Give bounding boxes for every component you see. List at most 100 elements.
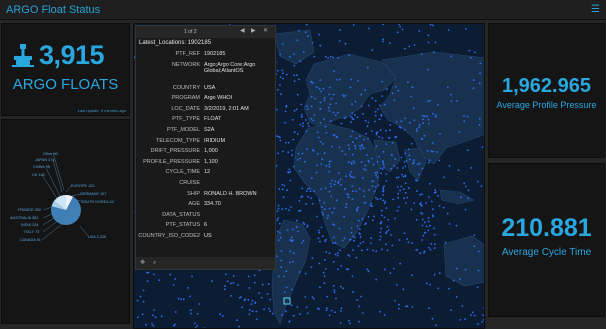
float-marker[interactable] — [319, 240, 321, 243]
float-marker[interactable] — [309, 190, 312, 193]
float-marker[interactable] — [284, 141, 287, 144]
float-marker[interactable] — [296, 74, 298, 76]
float-marker[interactable] — [187, 287, 189, 289]
float-marker[interactable] — [428, 122, 430, 125]
float-marker[interactable] — [431, 317, 434, 320]
float-marker[interactable] — [142, 300, 145, 303]
float-marker[interactable] — [291, 228, 294, 231]
float-marker[interactable] — [310, 177, 313, 180]
float-marker[interactable] — [312, 119, 315, 122]
float-marker[interactable] — [225, 273, 227, 276]
popup-close-icon[interactable]: ✕ — [263, 27, 268, 34]
float-marker[interactable] — [280, 93, 282, 96]
float-marker[interactable] — [371, 205, 374, 208]
float-marker[interactable] — [464, 208, 467, 211]
float-marker[interactable] — [390, 234, 392, 236]
float-marker[interactable] — [472, 79, 475, 81]
float-marker[interactable] — [326, 217, 329, 220]
float-marker[interactable] — [394, 158, 397, 161]
float-marker[interactable] — [387, 229, 390, 232]
float-marker[interactable] — [307, 108, 309, 111]
float-marker[interactable] — [306, 188, 309, 190]
float-marker[interactable] — [470, 167, 473, 169]
float-marker[interactable] — [299, 313, 302, 316]
float-marker[interactable] — [278, 188, 281, 191]
float-marker[interactable] — [281, 72, 284, 75]
float-marker[interactable] — [348, 148, 351, 150]
float-marker[interactable] — [160, 315, 163, 318]
float-marker[interactable] — [277, 217, 280, 220]
float-marker[interactable] — [297, 230, 299, 233]
float-marker[interactable] — [325, 251, 328, 254]
float-marker[interactable] — [300, 242, 303, 244]
float-marker[interactable] — [385, 232, 387, 235]
float-marker[interactable] — [341, 94, 344, 96]
float-marker[interactable] — [358, 305, 361, 308]
float-marker[interactable] — [136, 299, 139, 302]
float-marker[interactable] — [403, 128, 406, 131]
float-marker[interactable] — [399, 262, 401, 265]
float-marker[interactable] — [284, 110, 287, 113]
float-marker[interactable] — [371, 130, 373, 132]
float-marker[interactable] — [361, 312, 364, 314]
float-marker[interactable] — [419, 252, 421, 255]
float-marker[interactable] — [352, 24, 355, 26]
float-marker[interactable] — [408, 45, 411, 48]
float-marker[interactable] — [411, 274, 414, 277]
float-marker[interactable] — [393, 99, 396, 102]
float-marker[interactable] — [285, 73, 288, 76]
float-marker[interactable] — [345, 175, 347, 178]
float-marker[interactable] — [374, 110, 377, 113]
float-marker[interactable] — [174, 311, 177, 313]
float-marker[interactable] — [361, 249, 363, 252]
float-marker[interactable] — [459, 319, 462, 321]
float-marker[interactable] — [359, 242, 362, 245]
float-marker[interactable] — [302, 125, 304, 128]
float-marker[interactable] — [433, 227, 435, 230]
float-marker[interactable] — [271, 312, 274, 315]
float-marker[interactable] — [333, 291, 336, 294]
float-marker[interactable] — [421, 167, 424, 170]
float-marker[interactable] — [368, 189, 371, 191]
float-marker[interactable] — [472, 87, 475, 89]
float-marker[interactable] — [305, 190, 308, 193]
float-marker[interactable] — [407, 241, 410, 244]
float-marker[interactable] — [348, 322, 351, 325]
float-marker[interactable] — [296, 39, 299, 42]
float-marker[interactable] — [332, 223, 334, 226]
float-marker[interactable] — [275, 255, 278, 258]
float-marker[interactable] — [367, 66, 369, 69]
float-marker[interactable] — [438, 205, 441, 207]
float-marker[interactable] — [177, 297, 180, 300]
float-marker[interactable] — [290, 206, 292, 208]
float-marker[interactable] — [376, 171, 378, 174]
float-marker[interactable] — [275, 135, 278, 137]
float-marker[interactable] — [307, 125, 310, 127]
float-marker[interactable] — [384, 268, 386, 271]
float-marker[interactable] — [328, 163, 331, 166]
float-marker[interactable] — [481, 321, 484, 323]
float-marker[interactable] — [352, 190, 354, 193]
float-marker[interactable] — [250, 303, 253, 305]
float-marker[interactable] — [415, 190, 418, 193]
float-marker[interactable] — [379, 231, 382, 234]
float-marker[interactable] — [337, 180, 340, 183]
float-marker[interactable] — [473, 51, 476, 54]
float-marker[interactable] — [310, 266, 313, 268]
float-marker[interactable] — [340, 122, 343, 125]
float-marker[interactable] — [401, 173, 403, 176]
float-marker[interactable] — [482, 319, 485, 321]
float-marker[interactable] — [322, 143, 324, 145]
float-marker[interactable] — [145, 323, 147, 326]
float-marker[interactable] — [306, 224, 309, 227]
float-marker[interactable] — [296, 159, 299, 161]
popup-prev-icon[interactable]: ◀ — [240, 27, 245, 34]
float-marker[interactable] — [428, 159, 431, 162]
float-marker[interactable] — [305, 306, 308, 309]
float-marker[interactable] — [330, 309, 333, 312]
float-marker[interactable] — [375, 145, 378, 147]
float-marker[interactable] — [427, 68, 429, 71]
float-marker[interactable] — [323, 282, 326, 284]
float-marker[interactable] — [337, 268, 339, 271]
float-marker[interactable] — [316, 131, 319, 134]
